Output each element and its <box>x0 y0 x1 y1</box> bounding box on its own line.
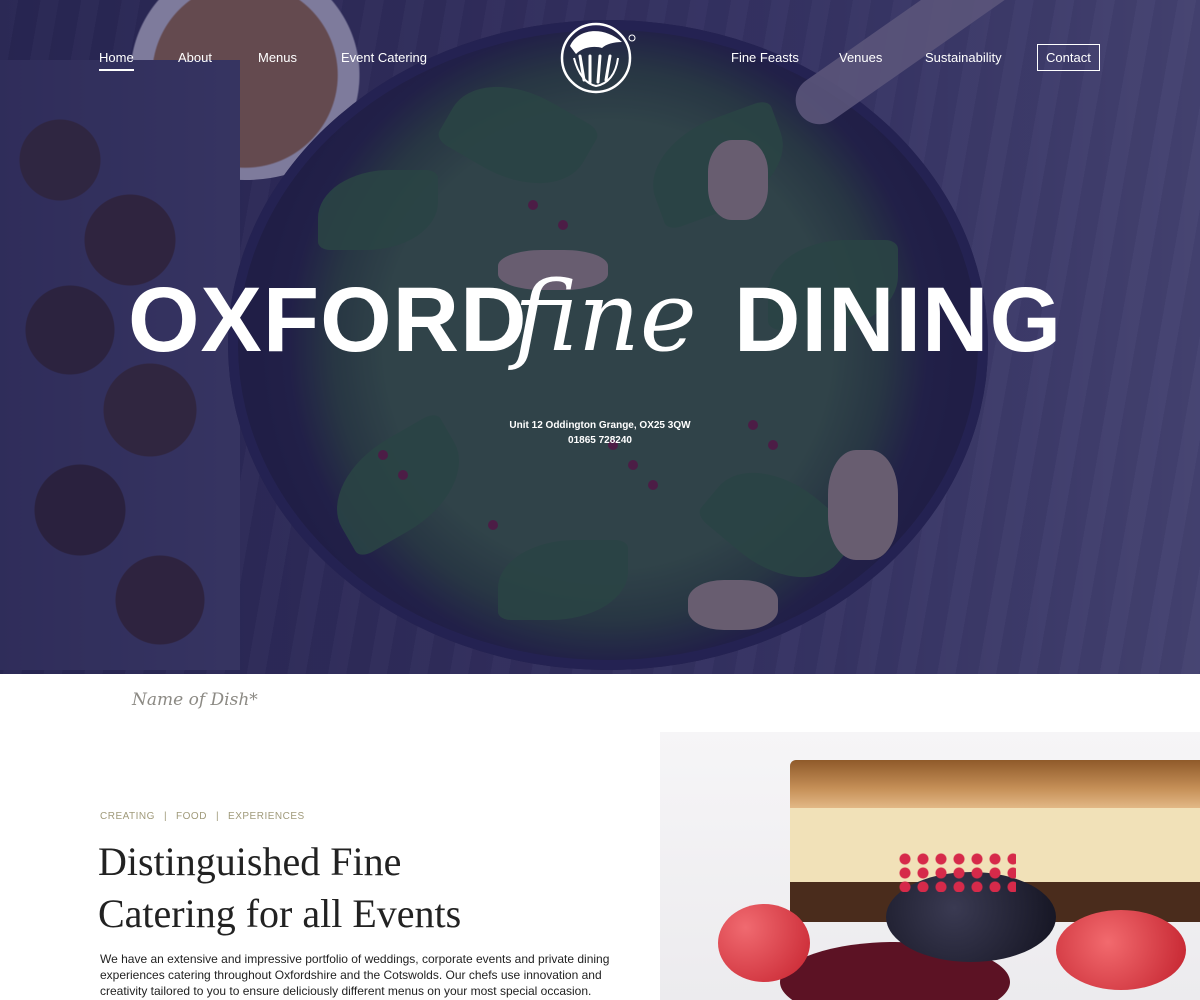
heading-line-1: Distinguished Fine <box>98 839 402 884</box>
hero-title-fine: fine <box>514 261 697 373</box>
chef-hand-logo-icon <box>560 22 636 94</box>
heading-line-2: Catering for all Events <box>98 891 462 936</box>
contact-button[interactable]: Contact <box>1037 44 1100 71</box>
eyebrow-separator: | <box>215 811 220 822</box>
eyebrow-separator: | <box>163 811 168 822</box>
nav-sustainability[interactable]: Sustainability <box>925 50 1002 65</box>
intro-paragraph-line-1: We have an extensive and impressive port… <box>100 952 610 966</box>
phone-number[interactable]: 01865 728240 <box>400 433 800 448</box>
nav-home[interactable]: Home <box>99 50 134 71</box>
nav-fine-feasts[interactable]: Fine Feasts <box>731 50 799 65</box>
hero-title-oxford: OXFORD <box>128 269 528 371</box>
dessert-image <box>660 732 1200 1000</box>
nav-venues[interactable]: Venues <box>839 50 882 65</box>
address-line: Unit 12 Oddington Grange, OX25 3QW <box>509 420 691 431</box>
section-heading: Distinguished Fine Catering for all Even… <box>98 836 618 940</box>
eyebrow-creating: CREATING <box>100 811 155 822</box>
nav-menus[interactable]: Menus <box>258 50 297 65</box>
hero-section: Home About Menus Event Catering Fine Fea… <box>0 0 1200 674</box>
site-logo[interactable] <box>556 18 640 96</box>
contact-address: Unit 12 Oddington Grange, OX25 3QW 01865… <box>400 418 800 448</box>
nav-about[interactable]: About <box>178 50 212 65</box>
intro-paragraph: We have an extensive and impressive port… <box>100 951 620 999</box>
intro-paragraph-line-2: experiences catering throughout Oxfordsh… <box>100 968 602 982</box>
intro-paragraph-line-3: creativity tailored to you to ensure del… <box>100 984 592 998</box>
dish-caption: Name of Dish* <box>132 690 258 710</box>
hero-title-dining: DINING <box>734 269 1062 371</box>
eyebrow-experiences: EXPERIENCES <box>228 811 305 822</box>
eyebrow-tagline: CREATING | FOOD | EXPERIENCES <box>100 811 305 822</box>
hero-title: OXFORD fine DINING <box>128 262 1072 410</box>
nav-event-catering[interactable]: Event Catering <box>341 50 427 65</box>
eyebrow-food: FOOD <box>176 811 207 822</box>
